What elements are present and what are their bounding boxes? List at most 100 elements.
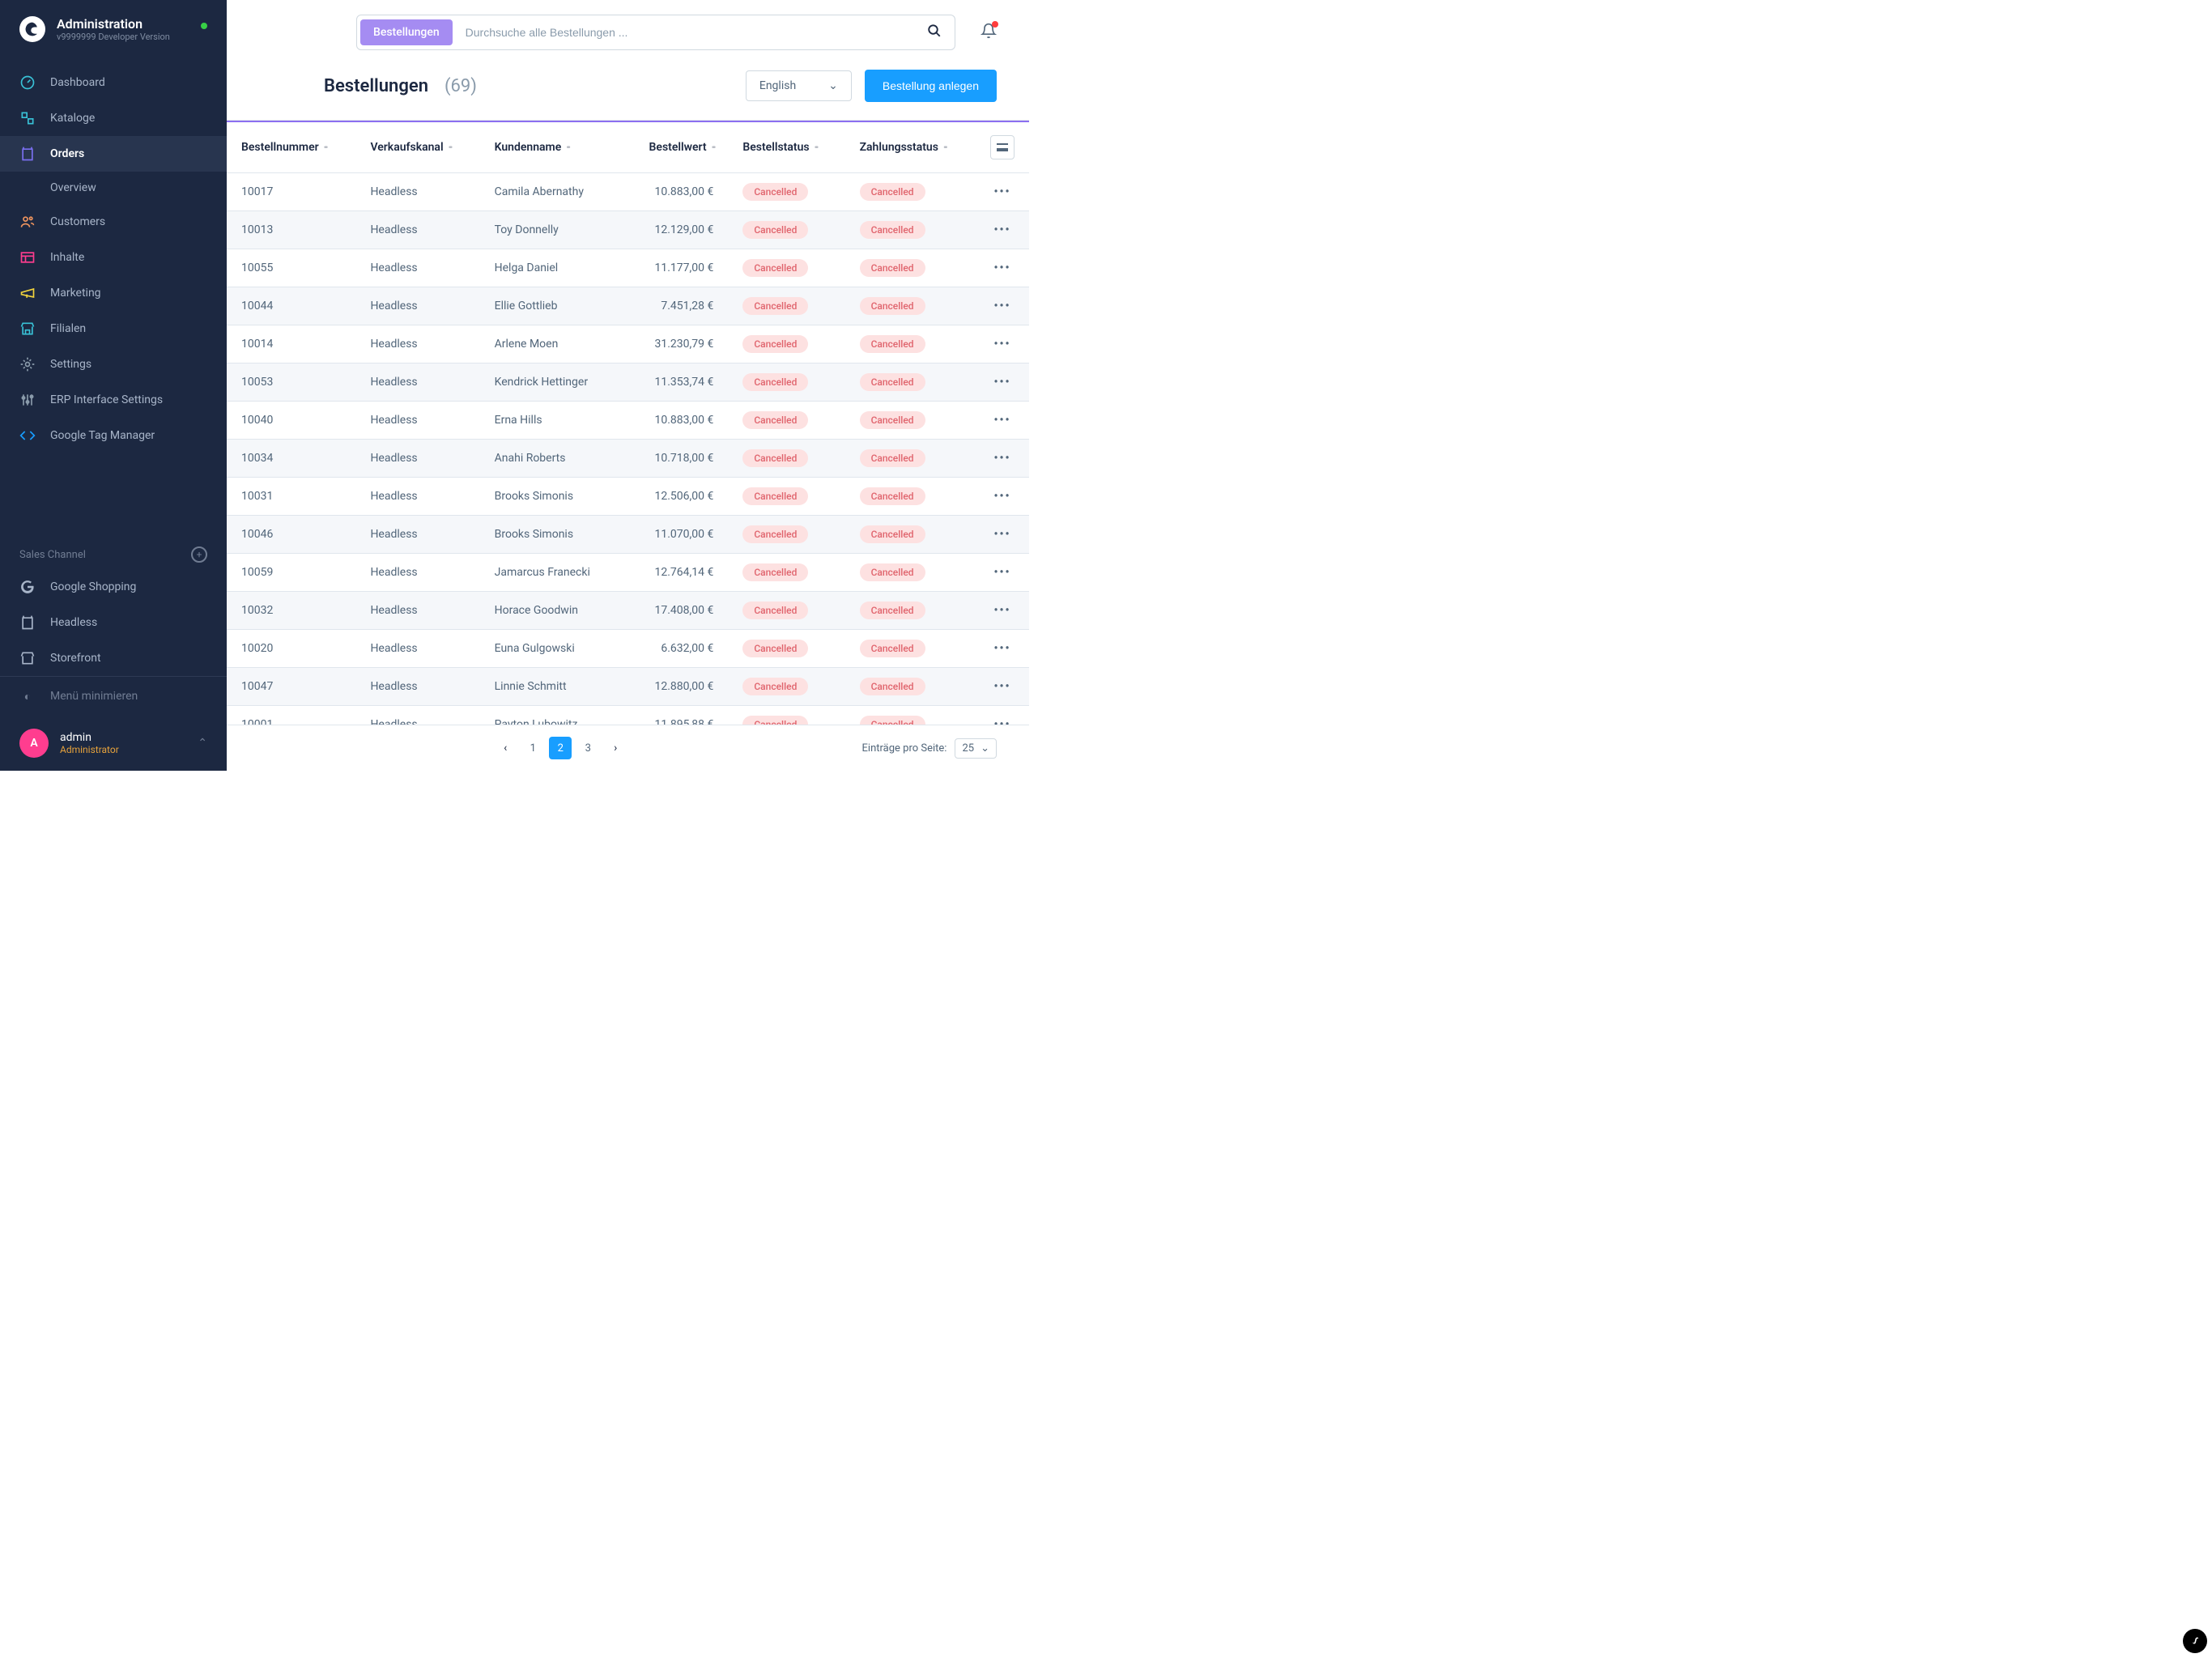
per-page-control: Einträge pro Seite: 25 ⌄ [862, 738, 997, 759]
cell: Erna Hills [480, 402, 622, 440]
sales-channel-list: Google ShoppingHeadlessStorefront [0, 569, 227, 676]
col-options [976, 122, 1029, 173]
search-scope-tag[interactable]: Bestellungen [360, 19, 453, 45]
row-actions-button[interactable]: ••• [976, 706, 1029, 725]
row-actions-button[interactable]: ••• [976, 516, 1029, 554]
table-row[interactable]: 10014HeadlessArlene Moen31.230,79 €Cance… [227, 325, 1029, 363]
col-label: Bestellwert [649, 141, 707, 154]
create-order-button[interactable]: Bestellung anlegen [865, 70, 997, 102]
row-actions-button[interactable]: ••• [976, 478, 1029, 516]
nav-item-settings[interactable]: Settings [0, 346, 227, 382]
row-actions-button[interactable]: ••• [976, 249, 1029, 287]
table-row[interactable]: 10017HeadlessCamila Abernathy10.883,00 €… [227, 173, 1029, 211]
col-label: Bestellstatus [742, 141, 809, 154]
symfony-badge-icon[interactable] [2183, 1629, 2207, 1653]
page-2[interactable]: 2 [549, 737, 572, 759]
cell: Headless [355, 173, 479, 211]
nav-item-filialen[interactable]: Filialen [0, 311, 227, 346]
col-header-1[interactable]: Verkaufskanal••• [355, 122, 479, 173]
sort-icon[interactable]: ••• [566, 142, 568, 153]
col-header-5[interactable]: Zahlungsstatus ••• [845, 122, 976, 173]
minimize-menu-button[interactable]: ◐ Menü minimieren [0, 677, 227, 716]
sort-icon[interactable]: ••• [712, 142, 714, 153]
table-row[interactable]: 10053HeadlessKendrick Hettinger11.353,74… [227, 363, 1029, 402]
customers-icon [19, 214, 36, 230]
notifications-button[interactable] [981, 23, 997, 42]
column-settings-button[interactable] [990, 135, 1015, 159]
cell: 10001 [227, 706, 355, 725]
table-row[interactable]: 10031HeadlessBrooks Simonis12.506,00 €Ca… [227, 478, 1029, 516]
cell: Headless [355, 440, 479, 478]
table-row[interactable]: 10059HeadlessJamarcus Franecki12.764,14 … [227, 554, 1029, 592]
nav-item-inhalte[interactable]: Inhalte [0, 240, 227, 275]
cell: Headless [355, 630, 479, 668]
row-actions-button[interactable]: ••• [976, 668, 1029, 706]
cell: 11.177,00 € [622, 249, 729, 287]
row-actions-button[interactable]: ••• [976, 173, 1029, 211]
sales-channel-storefront[interactable]: Storefront [0, 640, 227, 676]
table-row[interactable]: 10055HeadlessHelga Daniel11.177,00 €Canc… [227, 249, 1029, 287]
sort-icon[interactable]: ••• [943, 142, 946, 153]
nav-item-customers[interactable]: Customers [0, 204, 227, 240]
cell: Camila Abernathy [480, 173, 622, 211]
search-input[interactable] [456, 26, 914, 39]
page-next-button[interactable]: › [604, 737, 627, 759]
add-sales-channel-button[interactable]: + [191, 546, 207, 563]
cell: Payton Lubowitz [480, 706, 622, 725]
sort-icon[interactable]: ••• [815, 142, 817, 153]
table-row[interactable]: 10034HeadlessAnahi Roberts10.718,00 €Can… [227, 440, 1029, 478]
cell: Euna Gulgowski [480, 630, 622, 668]
col-label: Zahlungsstatus [860, 141, 938, 154]
row-actions-button[interactable]: ••• [976, 402, 1029, 440]
col-header-4[interactable]: Bestellstatus ••• [728, 122, 844, 173]
table-row[interactable]: 10047HeadlessLinnie Schmitt12.880,00 €Ca… [227, 668, 1029, 706]
row-actions-button[interactable]: ••• [976, 287, 1029, 325]
search-icon[interactable] [914, 23, 955, 41]
col-header-3[interactable]: Bestellwert ••• [622, 122, 729, 173]
page-3[interactable]: 3 [576, 737, 599, 759]
row-actions-button[interactable]: ••• [976, 440, 1029, 478]
content-icon [19, 249, 36, 266]
collapse-icon: ◐ [19, 688, 36, 704]
user-menu[interactable]: A admin Administrator ⌃ [0, 716, 227, 771]
hamburger-icon [997, 143, 1008, 151]
sales-channel-headless[interactable]: Headless [0, 605, 227, 640]
nav-item-orders[interactable]: Orders [0, 136, 227, 172]
nav-item-kataloge[interactable]: Kataloge [0, 100, 227, 136]
page-1[interactable]: 1 [521, 737, 544, 759]
language-select[interactable]: English ⌄ [746, 70, 852, 101]
row-actions-button[interactable]: ••• [976, 211, 1029, 249]
global-search[interactable]: Bestellungen [356, 15, 955, 50]
row-actions-button[interactable]: ••• [976, 630, 1029, 668]
orders-table-wrap[interactable]: Bestellnummer•••Verkaufskanal•••Kundenna… [227, 122, 1029, 725]
sort-icon[interactable]: ••• [324, 142, 326, 153]
table-row[interactable]: 10020HeadlessEuna Gulgowski6.632,00 €Can… [227, 630, 1029, 668]
nav-item-overview[interactable]: Overview [0, 172, 227, 204]
nav-item-erp-interface-settings[interactable]: ERP Interface Settings [0, 382, 227, 418]
cell: 6.632,00 € [622, 630, 729, 668]
status-badge: Cancelled [860, 525, 925, 543]
table-row[interactable]: 10040HeadlessErna Hills10.883,00 €Cancel… [227, 402, 1029, 440]
row-actions-button[interactable]: ••• [976, 554, 1029, 592]
table-row[interactable]: 10046HeadlessBrooks Simonis11.070,00 €Ca… [227, 516, 1029, 554]
row-actions-button[interactable]: ••• [976, 363, 1029, 402]
nav-item-marketing[interactable]: Marketing [0, 275, 227, 311]
table-row[interactable]: 10032HeadlessHorace Goodwin17.408,00 €Ca… [227, 592, 1029, 630]
nav-item-google-tag-manager[interactable]: Google Tag Manager [0, 418, 227, 453]
status-badge: Cancelled [742, 183, 808, 201]
table-row[interactable]: 10044HeadlessEllie Gottlieb7.451,28 €Can… [227, 287, 1029, 325]
user-role: Administrator [60, 744, 186, 755]
col-header-2[interactable]: Kundenname••• [480, 122, 622, 173]
row-actions-button[interactable]: ••• [976, 325, 1029, 363]
col-header-0[interactable]: Bestellnummer••• [227, 122, 355, 173]
table-row[interactable]: 10001HeadlessPayton Lubowitz11.895,88 €C… [227, 706, 1029, 725]
status-badge: Cancelled [860, 373, 925, 391]
page-prev-button[interactable]: ‹ [494, 737, 517, 759]
sales-channel-google-shopping[interactable]: Google Shopping [0, 569, 227, 605]
row-actions-button[interactable]: ••• [976, 592, 1029, 630]
cell: Kendrick Hettinger [480, 363, 622, 402]
table-row[interactable]: 10013HeadlessToy Donnelly12.129,00 €Canc… [227, 211, 1029, 249]
per-page-select[interactable]: 25 ⌄ [955, 738, 997, 759]
nav-item-dashboard[interactable]: Dashboard [0, 65, 227, 100]
sort-icon[interactable]: ••• [449, 142, 451, 153]
